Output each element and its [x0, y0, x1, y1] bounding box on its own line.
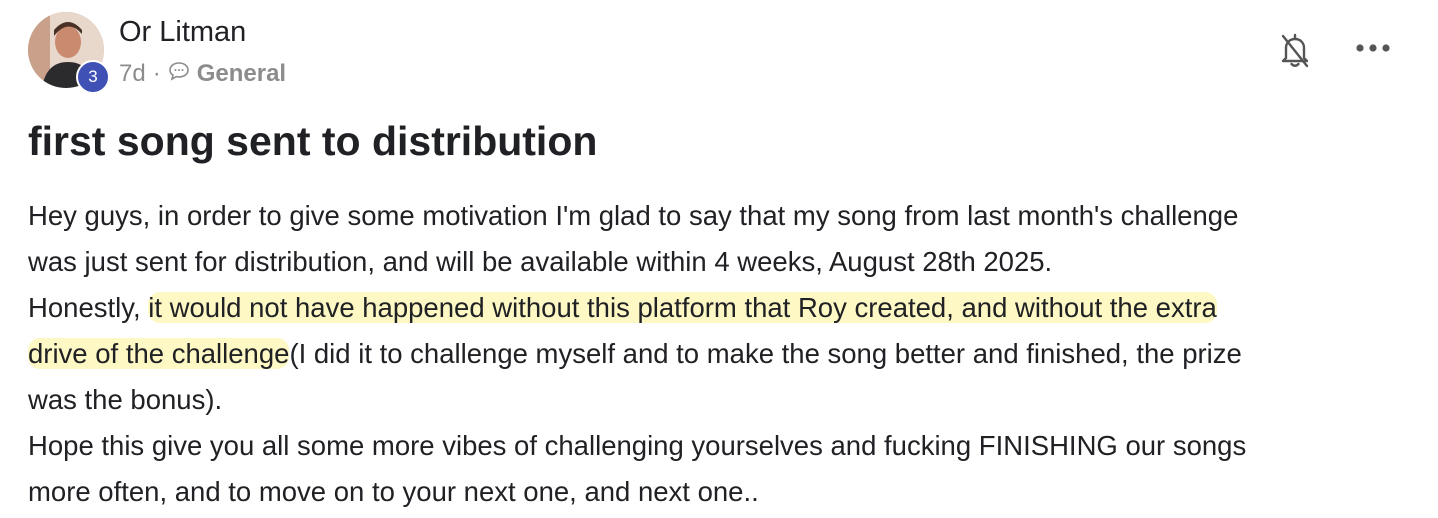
- paragraph-2-rest: (I did it to challenge myself and to mak…: [289, 338, 1242, 369]
- bell-slash-icon[interactable]: [1278, 30, 1312, 70]
- post-category[interactable]: General: [197, 60, 286, 88]
- paragraph-3: Hope this give you all some more vibes o…: [28, 423, 1413, 515]
- post-time: 7d: [119, 60, 146, 87]
- meta-separator: ·: [152, 60, 161, 87]
- author-avatar-wrapper[interactable]: 3: [28, 12, 110, 94]
- paragraph-1-line-2: was just sent for distribution, and will…: [28, 246, 1053, 277]
- paragraph-3-line-1: Hope this give you all some more vibes o…: [28, 430, 1247, 461]
- highlighted-text-2: drive of the challenge: [28, 338, 290, 369]
- paragraph-2: Honestly, it would not have happened wit…: [28, 285, 1413, 423]
- paragraph-1: Hey guys, in order to give some motivati…: [28, 193, 1413, 285]
- post-meta: 7d · General: [119, 60, 286, 88]
- highlighted-text-1: it would not have happened without this …: [148, 292, 1217, 323]
- paragraph-2-intro: Honestly,: [28, 292, 149, 323]
- post-header: 3 Or Litman 7d · General: [28, 12, 1408, 94]
- post-title[interactable]: first song sent to distribution: [28, 118, 597, 165]
- author-name[interactable]: Or Litman: [119, 16, 246, 49]
- paragraph-2-line-3: was the bonus).: [28, 384, 223, 415]
- paragraph-3-line-2: more often, and to move on to your next …: [28, 476, 759, 507]
- level-badge: 3: [76, 60, 110, 94]
- paragraph-1-line-1: Hey guys, in order to give some motivati…: [28, 200, 1239, 231]
- chat-bubble-icon: [168, 60, 190, 88]
- more-horizontal-icon[interactable]: [1353, 38, 1393, 58]
- post-body: Hey guys, in order to give some motivati…: [28, 193, 1413, 515]
